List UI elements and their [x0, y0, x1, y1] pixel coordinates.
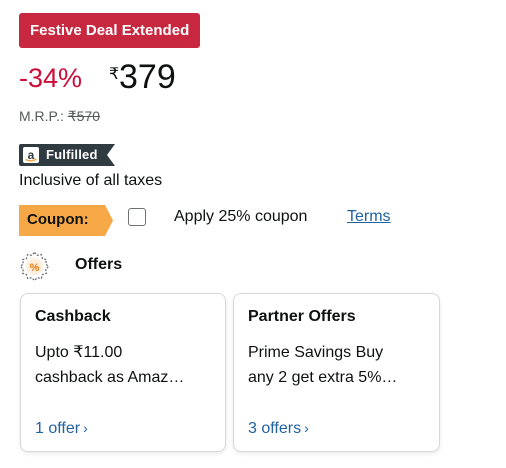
offers-title: Offers: [75, 256, 123, 273]
offer-card-title: Cashback: [35, 308, 111, 325]
deal-badge: Festive Deal Extended: [19, 13, 201, 48]
apply-coupon-checkbox[interactable]: [128, 208, 146, 226]
coupon-tag: Coupon:: [19, 205, 113, 236]
offer-card-desc-line: cashback as Amaz…: [35, 369, 185, 386]
chevron-right-icon: ›: [83, 420, 88, 436]
fulfilled-badge[interactable]: a Fulfilled: [19, 144, 115, 166]
currency-symbol: ₹: [109, 66, 120, 83]
offer-card-desc-line: Upto ₹11.00: [35, 344, 123, 361]
offer-card-description: Upto ₹11.00 cashback as Amaz…: [35, 340, 213, 390]
offer-card-desc-line: Prime Savings Buy: [248, 344, 384, 361]
offer-count-label: 1 offer: [35, 420, 81, 437]
mrp: M.R.P.: ₹570: [19, 108, 100, 125]
apply-coupon-text[interactable]: Apply 25% coupon: [174, 208, 307, 226]
offer-card-cashback[interactable]: Cashback Upto ₹11.00 cashback as Amaz… 1…: [20, 293, 226, 452]
mrp-value: ₹570: [67, 108, 101, 124]
inclusive-taxes-text: Inclusive of all taxes: [19, 172, 163, 189]
offer-card-description: Prime Savings Buy any 2 get extra 5%…: [248, 340, 427, 390]
offer-card-partner-offers[interactable]: Partner Offers Prime Savings Buy any 2 g…: [233, 293, 440, 452]
coupon-tag-label: Coupon:: [27, 211, 89, 228]
offer-card-desc-line: any 2 get extra 5%…: [248, 369, 398, 386]
mrp-label: M.R.P.:: [19, 108, 64, 124]
offer-card-link[interactable]: 1 offer ›: [35, 420, 88, 438]
offer-card-title: Partner Offers: [248, 308, 356, 325]
coupon-terms-link[interactable]: Terms: [347, 208, 391, 226]
offer-count-label: 3 offers: [248, 420, 302, 437]
discount-percent: -34%: [19, 63, 83, 93]
price-amount: 379: [119, 58, 176, 96]
percent-badge-icon: %: [19, 251, 50, 282]
svg-text:%: %: [30, 262, 40, 274]
chevron-right-icon: ›: [304, 420, 309, 436]
offer-card-link[interactable]: 3 offers ›: [248, 420, 309, 438]
fulfilled-label: Fulfilled: [46, 147, 98, 162]
